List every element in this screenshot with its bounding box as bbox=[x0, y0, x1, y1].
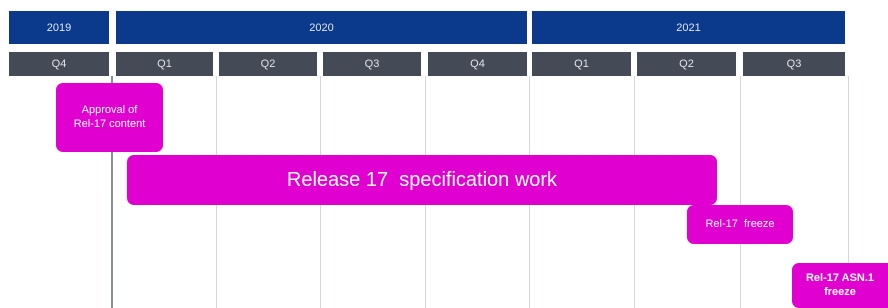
year-label: 2021 bbox=[676, 21, 701, 34]
quarter-label: Q3 bbox=[786, 58, 802, 70]
year-label: 2019 bbox=[46, 21, 72, 34]
freeze-milestone-label: Rel-17 freeze bbox=[705, 217, 775, 230]
quarter-header-2021-q2: Q2 bbox=[637, 52, 736, 76]
quarter-label: Q2 bbox=[679, 58, 694, 70]
quarter-header-2020-q2: Q2 bbox=[219, 52, 317, 76]
year-label: 2020 bbox=[309, 21, 334, 34]
asn1-freeze-milestone-label: Rel-17 ASN.1 freeze bbox=[805, 271, 875, 298]
freeze-milestone: Rel-17 freeze bbox=[687, 205, 793, 244]
quarter-label: Q1 bbox=[157, 58, 172, 70]
quarter-header-2021-q3: Q3 bbox=[743, 52, 845, 76]
spec-work-label: Release 17 specification work bbox=[286, 168, 558, 191]
approval-milestone: Approval of Rel-17 content bbox=[56, 83, 163, 152]
quarter-header-2019-q4: Q4 bbox=[9, 52, 109, 76]
grid-line bbox=[740, 76, 741, 308]
quarter-header-2020-q4: Q4 bbox=[428, 52, 527, 76]
quarter-header-2020-q3: Q3 bbox=[323, 52, 421, 76]
year-header-2020: 2020 bbox=[116, 11, 527, 44]
quarter-label: Q3 bbox=[364, 58, 380, 70]
quarter-header-2020-q1: Q1 bbox=[116, 52, 213, 76]
year-header-2019: 2019 bbox=[9, 11, 109, 44]
spec-work-bar: Release 17 specification work bbox=[127, 155, 717, 205]
approval-milestone-label: Approval of Rel-17 content bbox=[73, 103, 146, 130]
asn1-freeze-milestone: Rel-17 ASN.1 freeze bbox=[792, 263, 888, 308]
quarter-label: Q1 bbox=[574, 58, 589, 70]
quarter-header-2021-q1: Q1 bbox=[532, 52, 631, 76]
quarter-label: Q4 bbox=[470, 58, 485, 70]
quarter-label: Q4 bbox=[51, 58, 67, 70]
quarter-label: Q2 bbox=[260, 58, 276, 70]
year-header-2021: 2021 bbox=[532, 11, 845, 44]
